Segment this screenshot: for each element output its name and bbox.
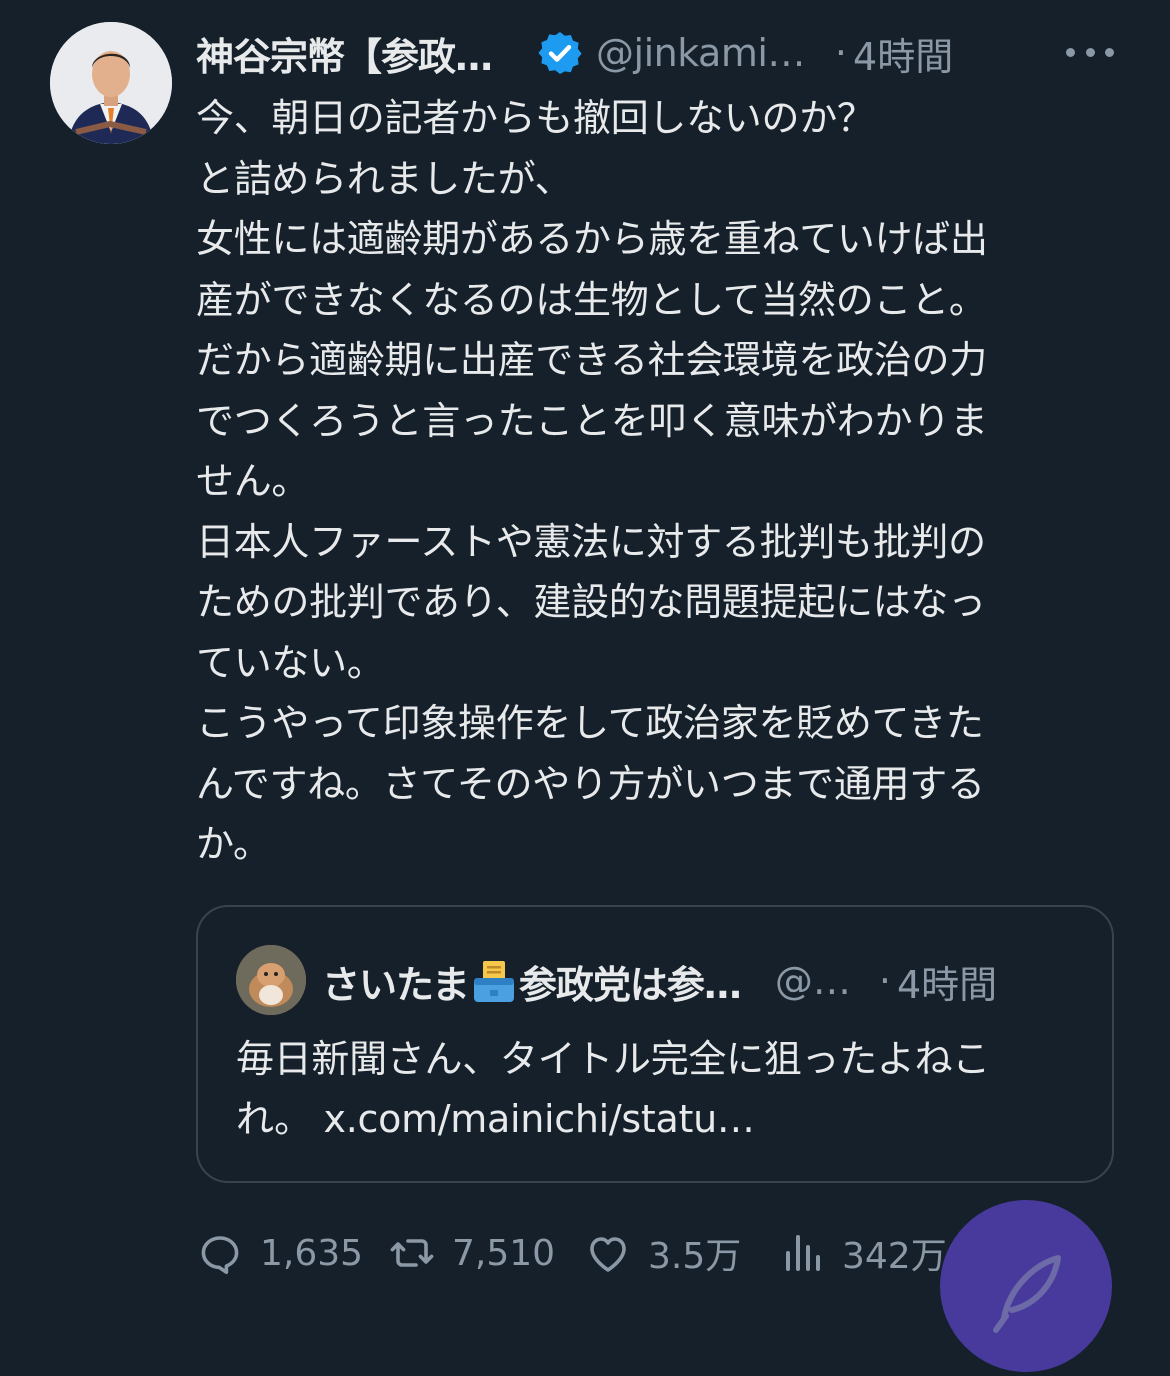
tweet-text-line: か。 xyxy=(196,822,271,866)
feather-icon xyxy=(993,1255,1061,1333)
verified-badge-icon[interactable] xyxy=(536,29,584,77)
tweet-text-line: せん。 xyxy=(196,459,310,503)
tweet-text-line: 今、朝日の記者からも撤回しないのか？ xyxy=(196,96,875,140)
tweet-text-line: でつくろうと言ったことを叩く意味がわかりま xyxy=(196,398,988,443)
quoted-tweet[interactable]: さいたま 参政党は参… @… · 4時間 毎日新聞さん、タイトル完全に狙ったよね… xyxy=(196,905,1114,1183)
quoted-text-line: 毎日新聞さん、タイトル完全に狙ったよねこ xyxy=(236,1037,991,1081)
tweet-time[interactable]: 4時間 xyxy=(853,26,953,81)
author-handle[interactable]: @jinkami… xyxy=(596,31,805,75)
tweet-text-line: こうやって印象操作をして政治家を貶めてきた xyxy=(196,701,984,745)
tweet-text-line: 日本人ファーストや憲法に対する批判も批判の xyxy=(196,519,986,564)
like-button[interactable]: 3.5万 xyxy=(584,1222,741,1284)
separator-dot: · xyxy=(878,959,891,1003)
tweet-text-line: 産ができなくなるのは生物として当然のこと。 xyxy=(196,277,987,322)
compose-button[interactable] xyxy=(940,1200,1112,1372)
author-avatar[interactable] xyxy=(50,22,172,144)
tweet-header: 神谷宗幣【参政… @jinkami… · 4時間 xyxy=(196,22,1146,84)
reply-count: 1,635 xyxy=(260,1232,364,1274)
tweet-text-line: だから適齢期に出産できる社会環境を政治の力 xyxy=(196,338,987,382)
heart-icon xyxy=(590,1237,626,1272)
reply-button[interactable]: 1,635 xyxy=(196,1222,363,1284)
ballot-box-icon xyxy=(471,958,517,1004)
repost-count: 7,510 xyxy=(452,1232,556,1274)
views-count: 342万 xyxy=(842,1236,947,1277)
quoted-text: 毎日新聞さん、タイトル完全に狙ったよねこ れ。 x.com/mainichi/s… xyxy=(236,1029,1096,1149)
quoted-text-line: れ。 x.com/mainichi/statu… xyxy=(236,1097,755,1141)
reply-icon xyxy=(201,1236,239,1274)
repost-icon xyxy=(390,1239,434,1267)
quoted-header: さいたま 参政党は参… @… · 4時間 xyxy=(322,951,1092,1011)
quoted-time[interactable]: 4時間 xyxy=(897,954,997,1009)
more-icon[interactable] xyxy=(1066,32,1114,72)
like-count: 3.5万 xyxy=(648,1236,742,1277)
quoted-author-name-part: さいたま xyxy=(322,962,470,1007)
tweet-text: 今、朝日の記者からも撤回しないのか？ と詰められましたが、 女性には適齢期がある… xyxy=(196,88,1096,875)
quoted-author-avatar[interactable] xyxy=(236,945,306,1015)
tweet-text-line: ていない。 xyxy=(196,640,385,685)
views-icon xyxy=(786,1235,820,1271)
quoted-author-name-part: 参政党は参… xyxy=(518,962,742,1007)
views-button[interactable]: 342万 xyxy=(778,1222,947,1284)
tweet-text-line: と詰められましたが、 xyxy=(196,156,573,201)
quoted-author-name[interactable]: さいたま 参政党は参… xyxy=(322,954,742,1009)
tweet-text-line: ための批判であり、建設的な問題提起にはなっ xyxy=(196,580,986,624)
tweet-text-line: 女性には適齢期があるから歳を重ねていけば出 xyxy=(196,217,988,261)
repost-button[interactable]: 7,510 xyxy=(388,1222,555,1284)
quoted-author-handle[interactable]: @… xyxy=(775,959,851,1003)
separator-dot: · xyxy=(834,31,848,75)
tweet-text-line: んですね。さてそのやり方がいつまで通用する xyxy=(196,761,985,806)
author-name[interactable]: 神谷宗幣【参政… xyxy=(196,26,493,81)
